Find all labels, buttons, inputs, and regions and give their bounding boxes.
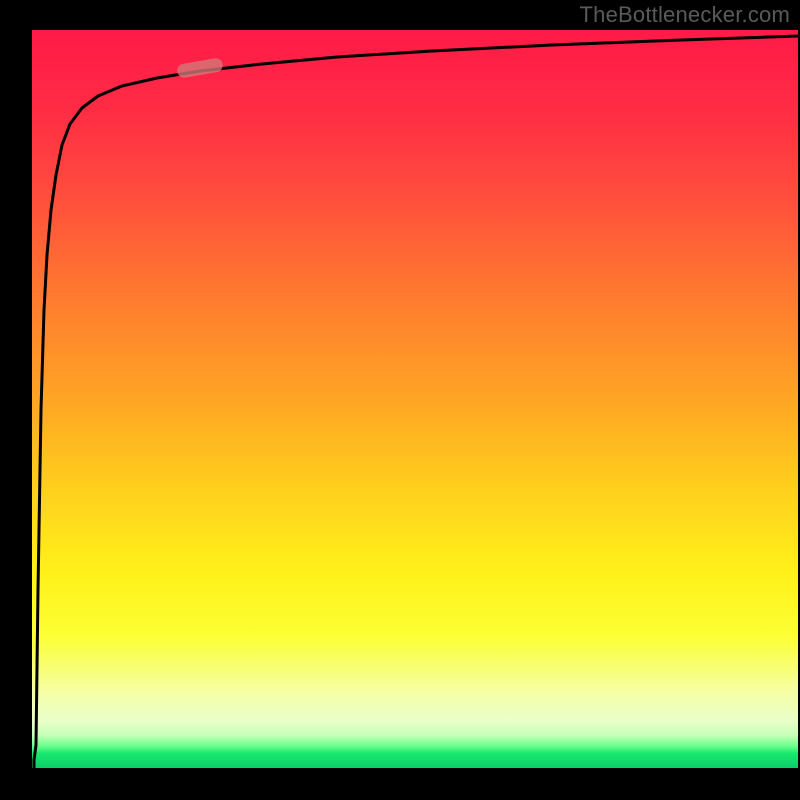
highlight-marker [176, 57, 224, 79]
chart-frame: TheBottlenecker.com [0, 0, 800, 800]
curve-svg [32, 30, 798, 768]
bottleneck-curve [34, 36, 798, 768]
attribution-text: TheBottlenecker.com [580, 2, 790, 28]
plot-area [32, 30, 798, 768]
